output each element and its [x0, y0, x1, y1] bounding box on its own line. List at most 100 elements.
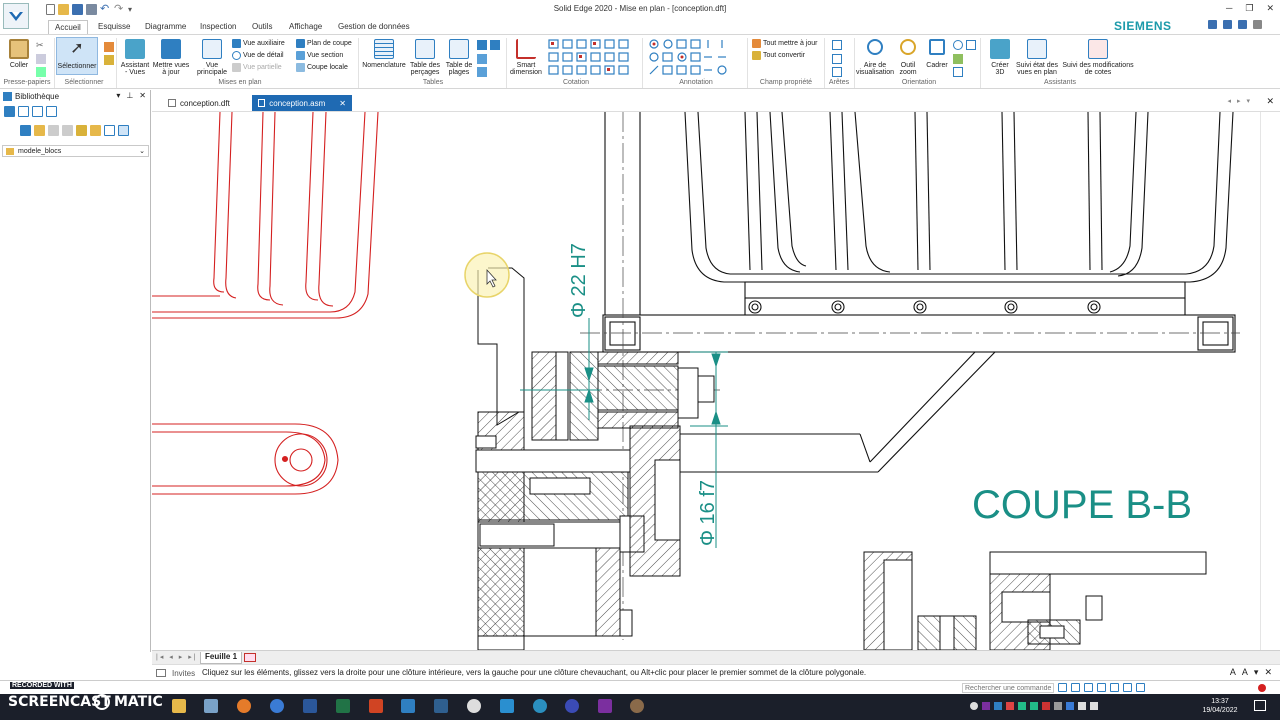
fit-icon[interactable]: [1097, 683, 1106, 692]
principal-view-button[interactable]: Vue principale: [195, 39, 229, 76]
app-icon[interactable]: [434, 699, 448, 713]
table-tool-icon[interactable]: [477, 67, 487, 77]
section-assembly[interactable]: [475, 267, 1207, 650]
table-tool-icon[interactable]: [477, 40, 487, 50]
clock[interactable]: 13:37 19/04/2022: [1198, 697, 1242, 715]
edge-tool-icon[interactable]: [832, 40, 842, 50]
view-icon[interactable]: [953, 54, 963, 64]
dimension-tools-icons[interactable]: [546, 38, 638, 78]
panel-menu-icon[interactable]: ▾: [116, 91, 120, 100]
edge-tool-icon[interactable]: [832, 54, 842, 64]
update-views-button[interactable]: Mettre vues à jour: [152, 39, 190, 76]
library-folder-select[interactable]: modele_blocs ⌄: [2, 145, 149, 157]
excel-icon[interactable]: [336, 699, 350, 713]
command-search-input[interactable]: [962, 683, 1054, 693]
convert-all-button[interactable]: Tout convertir: [752, 51, 805, 60]
local-section-button[interactable]: Coupe locale: [296, 63, 348, 72]
sheet-nav-arrows[interactable]: |◂ ◂ ▸ ▸|: [156, 653, 198, 661]
tray-icon[interactable]: [1030, 702, 1038, 710]
tab-inspection[interactable]: Inspection: [194, 20, 242, 34]
select-filter-icon[interactable]: [104, 42, 114, 52]
tray-icon[interactable]: [1006, 702, 1014, 710]
edge-tool-icon[interactable]: [832, 67, 842, 77]
paste-button[interactable]: Coller: [6, 39, 32, 69]
file-explorer-icon[interactable]: [172, 699, 186, 713]
sheet-tab-1[interactable]: Feuille 1: [200, 652, 243, 664]
pan-icon[interactable]: [1110, 683, 1119, 692]
detail-view-button[interactable]: Vue de détail: [232, 51, 284, 60]
view-wizard-button[interactable]: Assistant - Vues: [119, 39, 151, 76]
font-size-icon[interactable]: A: [1230, 667, 1236, 678]
pin-icon[interactable]: ⊥: [126, 91, 133, 100]
bend-table-button[interactable]: Table de plages: [443, 39, 475, 76]
drawing-sheet[interactable]: Φ 22 H7 Φ 16 f7 COUPE B-B: [152, 112, 1260, 650]
dimension-text-upper[interactable]: Φ 22 H7: [568, 243, 590, 318]
minimize-button[interactable]: ─: [1226, 3, 1232, 14]
select-button[interactable]: ➚ Sélectionner: [56, 37, 98, 75]
tab-gestion-donnees[interactable]: Gestion de données: [332, 20, 416, 34]
zoom-icon[interactable]: [1058, 683, 1067, 692]
tray-icon[interactable]: [1042, 702, 1050, 710]
app-icon[interactable]: [565, 699, 579, 713]
theme-icon[interactable]: [1208, 20, 1217, 29]
zoom-icon[interactable]: [1084, 683, 1093, 692]
tab-accueil[interactable]: Accueil: [48, 20, 88, 34]
tool-icon[interactable]: [20, 125, 31, 136]
tab-list-icon[interactable]: ▾: [1246, 97, 1250, 105]
chrome-icon[interactable]: [270, 699, 284, 713]
zoom-in-icon[interactable]: [953, 40, 963, 50]
tray-icon[interactable]: [970, 702, 978, 710]
doc-tab-asm[interactable]: conception.asm ✕: [252, 95, 352, 111]
drawing-canvas[interactable]: Φ 22 H7 Φ 16 f7 COUPE B-B: [152, 112, 1260, 650]
format-painter-icon[interactable]: [36, 67, 46, 77]
folder-icon[interactable]: [34, 125, 45, 136]
smart-dimension-button[interactable]: Smart dimension: [508, 39, 544, 76]
firefox-icon[interactable]: [237, 699, 251, 713]
app-icon[interactable]: [204, 699, 218, 713]
menu-icon[interactable]: ▾: [1254, 667, 1259, 678]
add-sheet-icon[interactable]: [244, 653, 256, 662]
tray-icon[interactable]: [982, 702, 990, 710]
tab-scroll-left-icon[interactable]: ◂: [1227, 97, 1231, 105]
vertical-scrollbar[interactable]: [1260, 112, 1280, 650]
section-title[interactable]: COUPE B-B: [972, 483, 1192, 527]
app-icon[interactable]: [533, 699, 547, 713]
tray-icon[interactable]: [1066, 702, 1074, 710]
zoom-area-button[interactable]: Aire de visualisation: [856, 39, 894, 76]
hole-table-button[interactable]: Table des perçages: [408, 39, 442, 76]
section-view-button[interactable]: Vue section: [296, 51, 343, 60]
auxiliary-view-button[interactable]: Vue auxiliaire: [232, 39, 285, 48]
up-folder-icon[interactable]: [4, 106, 15, 117]
red-frame-view[interactable]: [152, 112, 379, 495]
view-icon[interactable]: [953, 67, 963, 77]
table-tool-icon[interactable]: [477, 54, 487, 64]
restore-button[interactable]: ❐: [1245, 3, 1253, 14]
list-view-icon[interactable]: [104, 125, 115, 136]
cut-icon[interactable]: ✂: [36, 40, 46, 50]
font-size-icon[interactable]: A: [1242, 667, 1248, 678]
pan-icon[interactable]: [966, 40, 976, 50]
tab-affichage[interactable]: Affichage: [283, 20, 328, 34]
cutting-plane-button[interactable]: Plan de coupe: [296, 39, 352, 48]
app-icon[interactable]: [467, 699, 481, 713]
drawing-view-tracker-button[interactable]: Suivi état des vues en plan: [1014, 39, 1060, 76]
tool-icon[interactable]: [76, 125, 87, 136]
tab-outils[interactable]: Outils: [246, 20, 278, 34]
zoom-icon[interactable]: [1071, 683, 1080, 692]
layout-icon[interactable]: [1223, 20, 1232, 29]
annotation-tools-icons[interactable]: [646, 38, 742, 78]
new-folder-icon[interactable]: [90, 125, 101, 136]
options-icon[interactable]: [1253, 20, 1262, 29]
tab-scroll-right-icon[interactable]: ▸: [1237, 97, 1241, 105]
zoom-tool-button[interactable]: Outil zoom: [896, 39, 920, 76]
fit-button[interactable]: Cadrer: [924, 39, 950, 69]
app-icon[interactable]: [500, 699, 514, 713]
app-icon[interactable]: [598, 699, 612, 713]
screencast-taskbar-icon[interactable]: [630, 699, 644, 713]
table-tool-icon[interactable]: [490, 40, 500, 50]
tray-icon[interactable]: [994, 702, 1002, 710]
parts-list-button[interactable]: Nomenclature: [362, 39, 406, 69]
solid-edge-taskbar-icon[interactable]: [401, 699, 415, 713]
close-button[interactable]: ✕: [1266, 3, 1274, 14]
tray-icon[interactable]: [1054, 702, 1062, 710]
